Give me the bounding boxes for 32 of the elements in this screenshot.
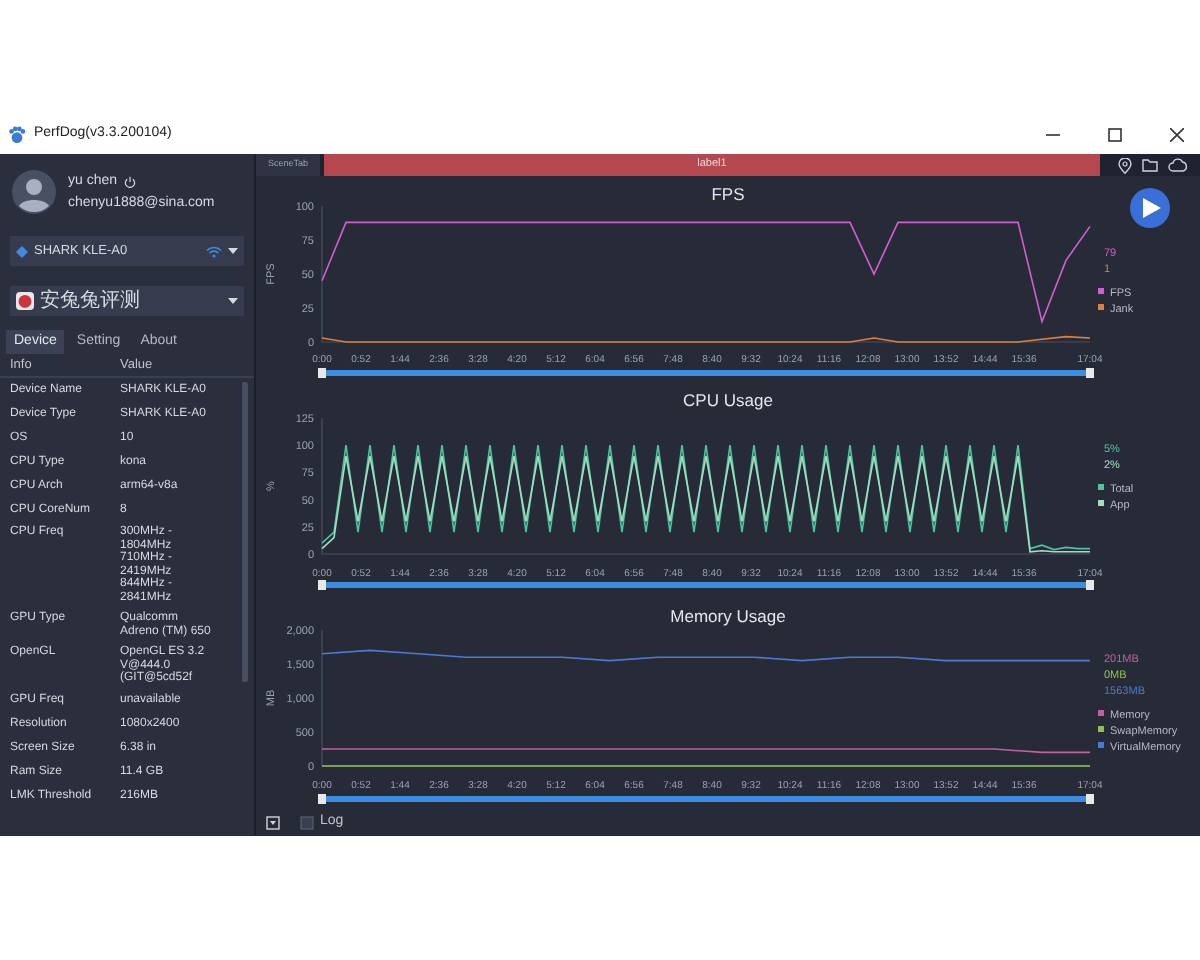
legend-swatch	[1098, 304, 1104, 310]
chart-title: Memory Usage	[670, 606, 786, 626]
close-icon[interactable]	[1170, 128, 1184, 142]
scrollbar[interactable]	[242, 382, 248, 682]
chart-title: FPS	[711, 184, 745, 204]
console-icon[interactable]	[266, 816, 280, 830]
app-icon	[16, 292, 34, 310]
caret-icon	[228, 248, 238, 254]
app-dropdown[interactable]: 安兔兔评测	[10, 286, 244, 316]
location-icon[interactable]	[1117, 157, 1131, 173]
legend-swatch	[1098, 726, 1104, 732]
legend-swatch	[1098, 484, 1104, 490]
range-slider[interactable]	[318, 368, 1094, 378]
folder-icon[interactable]	[1141, 158, 1157, 172]
checkbox[interactable]	[300, 816, 314, 830]
legend-swatch	[1098, 742, 1104, 748]
cloud-icon[interactable]	[1167, 158, 1187, 172]
power-icon[interactable]	[123, 175, 136, 187]
range-slider[interactable]	[318, 794, 1094, 804]
chart-title: CPU Usage	[683, 390, 773, 410]
legend-swatch	[1098, 710, 1104, 716]
wifi-icon	[206, 245, 222, 257]
range-slider[interactable]	[318, 580, 1094, 590]
paw-icon	[8, 126, 26, 144]
caret-icon	[228, 298, 238, 304]
legend-swatch	[1098, 288, 1104, 294]
maximize-icon[interactable]	[1108, 128, 1122, 142]
device-icon	[16, 245, 28, 257]
minimize-icon[interactable]	[1046, 128, 1060, 142]
avatar[interactable]	[12, 170, 56, 214]
play-button[interactable]	[1130, 188, 1170, 228]
legend-swatch	[1098, 500, 1104, 506]
